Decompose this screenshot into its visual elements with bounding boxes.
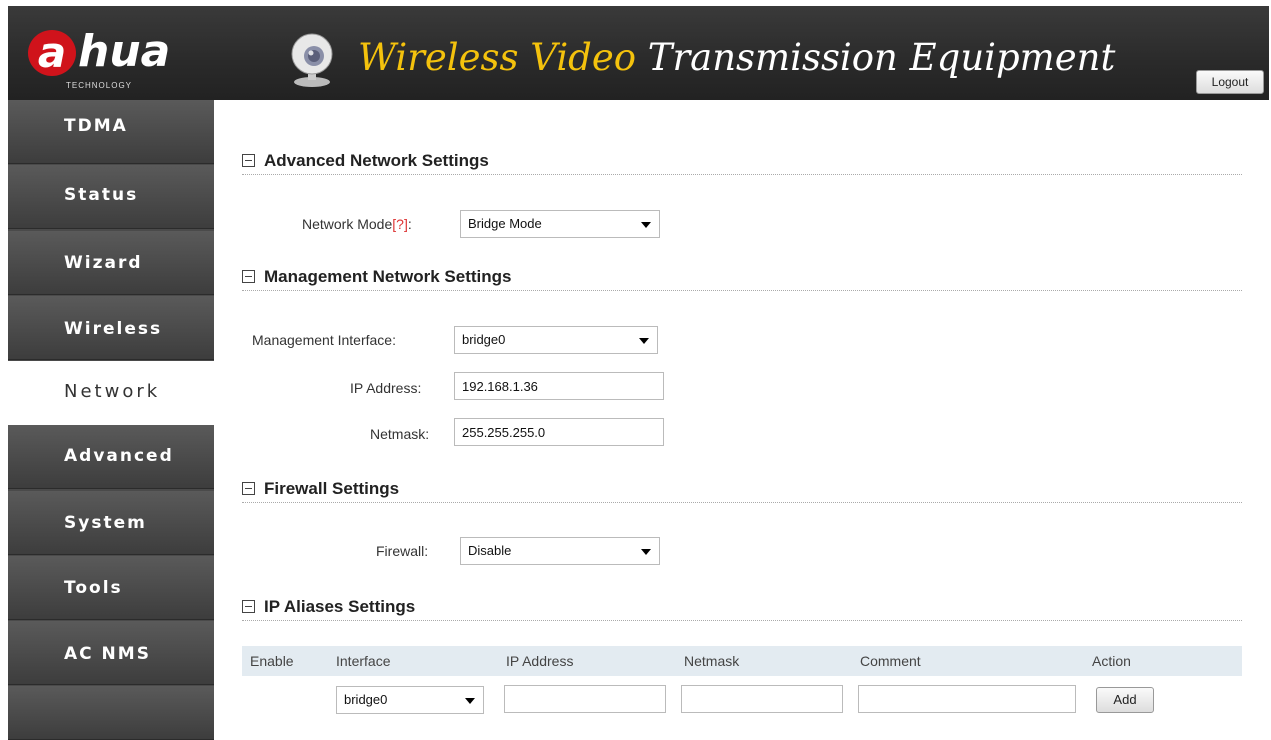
collapse-icon[interactable] bbox=[242, 600, 255, 613]
chevron-down-icon bbox=[465, 698, 475, 704]
logo-text: hua bbox=[78, 26, 171, 77]
column-header-comment: Comment bbox=[860, 653, 921, 669]
alias-netmask-input[interactable] bbox=[681, 685, 843, 713]
section-label: IP Aliases Settings bbox=[264, 597, 416, 616]
logo-subtext: TECHNOLOGY bbox=[66, 81, 133, 90]
sidebar-item-tdma[interactable]: TDMA bbox=[8, 100, 214, 164]
sidebar-item-status[interactable]: Status bbox=[8, 165, 214, 229]
webcam-icon bbox=[291, 33, 333, 87]
firewall-value: Disable bbox=[468, 543, 512, 558]
help-link[interactable]: [?] bbox=[392, 216, 408, 232]
sidebar-item-tools[interactable]: Tools bbox=[8, 556, 214, 620]
title-rest: Transmission Equipment bbox=[636, 36, 1116, 79]
management-interface-select[interactable]: bridge0 bbox=[454, 326, 658, 354]
management-interface-label: Management Interface: bbox=[252, 332, 396, 348]
management-interface-value: bridge0 bbox=[462, 332, 506, 347]
chevron-down-icon bbox=[639, 338, 649, 344]
dahua-logo: a hua TECHNOLOGY bbox=[28, 26, 208, 90]
network-mode-label: Network Mode[?]: bbox=[302, 216, 412, 232]
ip-address-input[interactable] bbox=[454, 372, 664, 400]
ip-address-label: IP Address: bbox=[350, 380, 422, 396]
section-label: Advanced Network Settings bbox=[264, 151, 489, 170]
column-header-netmask: Netmask bbox=[684, 653, 740, 669]
collapse-icon[interactable] bbox=[242, 482, 255, 495]
ip-aliases-section-title[interactable]: IP Aliases Settings bbox=[242, 597, 415, 617]
alias-comment-input[interactable] bbox=[858, 685, 1076, 713]
section-divider bbox=[242, 502, 1242, 503]
section-label: Firewall Settings bbox=[264, 479, 400, 498]
sidebar-item-advanced[interactable]: Advanced bbox=[8, 425, 214, 489]
section-divider bbox=[242, 620, 1242, 621]
collapse-icon[interactable] bbox=[242, 270, 255, 283]
firewall-section-title[interactable]: Firewall Settings bbox=[242, 479, 399, 499]
column-header-action: Action bbox=[1092, 653, 1131, 669]
column-header-interface: Interface bbox=[336, 653, 391, 669]
chevron-down-icon bbox=[641, 222, 651, 228]
add-alias-button[interactable]: Add bbox=[1096, 687, 1154, 713]
alias-ip-address-input[interactable] bbox=[504, 685, 666, 713]
netmask-label: Netmask: bbox=[370, 426, 430, 442]
netmask-input[interactable] bbox=[454, 418, 664, 446]
alias-interface-select[interactable]: bridge0 bbox=[336, 686, 484, 714]
app-header: a hua TECHNOLOGY Wireless Video Transmis… bbox=[8, 6, 1269, 100]
collapse-icon[interactable] bbox=[242, 154, 255, 167]
column-header-ip-address: IP Address bbox=[506, 653, 574, 669]
sidebar-item-wireless[interactable]: Wireless bbox=[8, 296, 214, 360]
column-header-enable: Enable bbox=[250, 653, 294, 669]
firewall-select[interactable]: Disable bbox=[460, 537, 660, 565]
sidebar-item-wizard[interactable]: Wizard bbox=[8, 231, 214, 295]
section-label: Management Network Settings bbox=[264, 267, 512, 286]
page-title: Wireless Video Transmission Equipment bbox=[358, 36, 1115, 79]
sidebar-item-ac-nms[interactable]: AC NMS bbox=[8, 621, 214, 685]
section-divider bbox=[242, 290, 1242, 291]
title-accent: Wireless Video bbox=[358, 36, 637, 79]
firewall-label: Firewall: bbox=[376, 543, 429, 559]
management-network-section-title[interactable]: Management Network Settings bbox=[242, 267, 512, 287]
logo-prefix: a bbox=[37, 28, 67, 77]
sidebar-empty-slot bbox=[8, 686, 214, 740]
network-mode-value: Bridge Mode bbox=[468, 216, 542, 231]
sidebar-item-system[interactable]: System bbox=[8, 491, 214, 555]
ip-aliases-table-header: Enable Interface IP Address Netmask Comm… bbox=[242, 646, 1242, 676]
sidebar-item-network[interactable]: Network bbox=[8, 361, 214, 425]
network-mode-select[interactable]: Bridge Mode bbox=[460, 210, 660, 238]
alias-interface-value: bridge0 bbox=[344, 692, 388, 707]
sidebar-nav: TDMA Status Wizard Wireless Network Adva… bbox=[8, 100, 214, 740]
chevron-down-icon bbox=[641, 549, 651, 555]
main-content: Advanced Network Settings Network Mode[?… bbox=[214, 100, 1269, 740]
advanced-network-section-title[interactable]: Advanced Network Settings bbox=[242, 151, 489, 171]
logout-button[interactable]: Logout bbox=[1196, 70, 1264, 94]
section-divider bbox=[242, 174, 1242, 175]
